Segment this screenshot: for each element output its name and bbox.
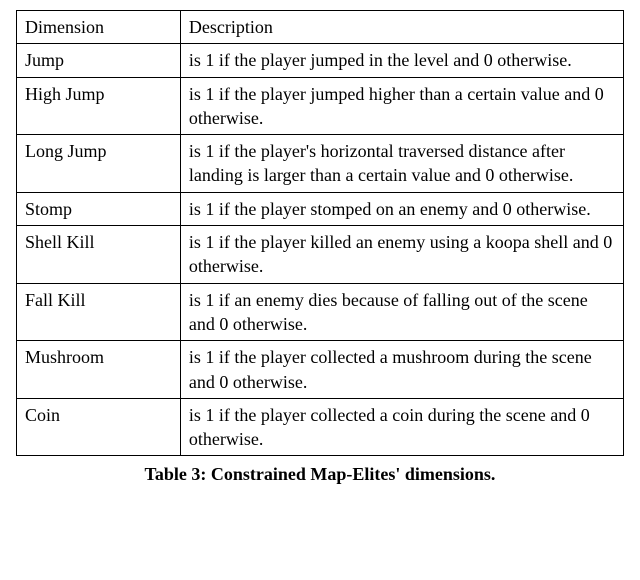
cell-description: is 1 if the player jumped higher than a … (180, 77, 623, 135)
table-row: Shell Kill is 1 if the player killed an … (17, 226, 624, 284)
cell-description: is 1 if an enemy dies because of falling… (180, 283, 623, 341)
cell-dimension: Jump (17, 44, 181, 77)
cell-dimension: Mushroom (17, 341, 181, 399)
table-caption: Table 3: Constrained Map-Elites' dimensi… (16, 462, 624, 486)
table-row: Fall Kill is 1 if an enemy dies because … (17, 283, 624, 341)
table-header-row: Dimension Description (17, 11, 624, 44)
cell-description: is 1 if the player stomped on an enemy a… (180, 192, 623, 225)
cell-dimension: Stomp (17, 192, 181, 225)
table-row: Stomp is 1 if the player stomped on an e… (17, 192, 624, 225)
table-row: Long Jump is 1 if the player's horizonta… (17, 135, 624, 193)
cell-dimension: High Jump (17, 77, 181, 135)
cell-description: is 1 if the player jumped in the level a… (180, 44, 623, 77)
table-row: Coin is 1 if the player collected a coin… (17, 398, 624, 456)
table-row: Jump is 1 if the player jumped in the le… (17, 44, 624, 77)
cell-description: is 1 if the player's horizontal traverse… (180, 135, 623, 193)
cell-dimension: Shell Kill (17, 226, 181, 284)
table-row: Mushroom is 1 if the player collected a … (17, 341, 624, 399)
cell-description: is 1 if the player collected a coin duri… (180, 398, 623, 456)
cell-dimension: Coin (17, 398, 181, 456)
table-row: High Jump is 1 if the player jumped high… (17, 77, 624, 135)
cell-dimension: Fall Kill (17, 283, 181, 341)
header-dimension: Dimension (17, 11, 181, 44)
cell-description: is 1 if the player killed an enemy using… (180, 226, 623, 284)
table-container: Dimension Description Jump is 1 if the p… (16, 10, 624, 487)
cell-dimension: Long Jump (17, 135, 181, 193)
dimensions-table: Dimension Description Jump is 1 if the p… (16, 10, 624, 456)
cell-description: is 1 if the player collected a mushroom … (180, 341, 623, 399)
header-description: Description (180, 11, 623, 44)
